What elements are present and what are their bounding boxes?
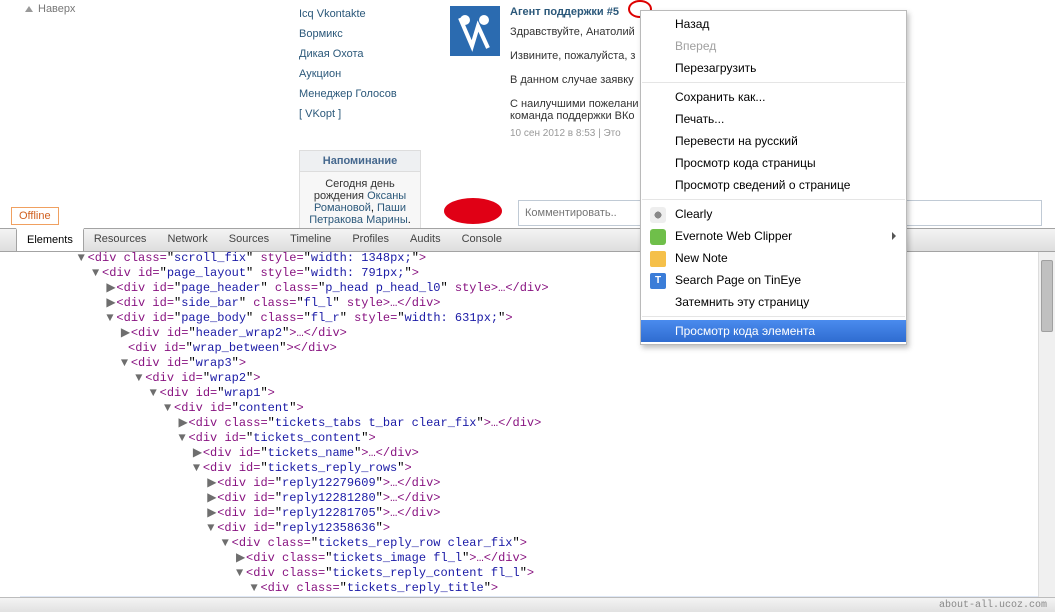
ctx-view-source[interactable]: Просмотр кода страницы: [641, 152, 906, 174]
tab-resources[interactable]: Resources: [84, 229, 158, 251]
sidebar-link[interactable]: [ VKopt ]: [299, 108, 439, 120]
clearly-icon: [650, 207, 666, 223]
ctx-reload[interactable]: Перезагрузить: [641, 57, 906, 79]
scroll-top-link[interactable]: Наверх: [25, 3, 75, 15]
ctx-translate[interactable]: Перевести на русский: [641, 130, 906, 152]
ctx-separator: [642, 82, 905, 83]
dom-node[interactable]: ▶<div class="tickets_image fl_l">…</div>: [20, 551, 1055, 566]
ctx-inspect-element[interactable]: Просмотр кода элемента: [641, 320, 906, 342]
dom-node[interactable]: ▼<div id="wrap1">: [20, 386, 1055, 401]
reminder-text: Сегодня: [325, 178, 370, 190]
sidebar-link[interactable]: Дикая Охота: [299, 48, 439, 60]
dom-node[interactable]: ▶<div id="reply12281705">…</div>: [20, 506, 1055, 521]
sidebar-link[interactable]: Вормикс: [299, 28, 439, 40]
scrollbar[interactable]: [1038, 252, 1055, 597]
dom-node[interactable]: ▼<div class="tickets_reply_title">: [20, 581, 1055, 596]
dom-node[interactable]: ▼<div id="tickets_reply_rows">: [20, 461, 1055, 476]
note-icon: [650, 251, 666, 267]
sidebar-link[interactable]: Аукцион: [299, 68, 439, 80]
dom-node[interactable]: ▶<div id="reply12281280">…</div>: [20, 491, 1055, 506]
ctx-new-note[interactable]: New Note: [641, 247, 906, 269]
ctx-save-as[interactable]: Сохранить как...: [641, 86, 906, 108]
tineye-icon: T: [650, 273, 666, 289]
tab-sources[interactable]: Sources: [219, 229, 280, 251]
tab-elements[interactable]: Elements: [16, 228, 84, 251]
dom-node[interactable]: ▼<div id="content">: [20, 401, 1055, 416]
watermark: about-all.ucoz.com: [0, 597, 1055, 612]
sidebar-links: Icq Vkontakte Вормикс Дикая Охота Аукцио…: [299, 8, 439, 128]
ctx-evernote[interactable]: Evernote Web Clipper: [641, 225, 906, 247]
reminder-link[interactable]: Марины: [366, 214, 408, 226]
offline-badge: Offline: [11, 207, 59, 225]
dom-node[interactable]: ▼<div id="wrap3">: [20, 356, 1055, 371]
sidebar-link[interactable]: Менеджер Голосов: [299, 88, 439, 100]
ctx-separator: [642, 316, 905, 317]
tab-audits[interactable]: Audits: [400, 229, 452, 251]
dom-node[interactable]: ▼<div id="wrap2">: [20, 371, 1055, 386]
dom-node[interactable]: ▼<div class="tickets_reply_content fl_l"…: [20, 566, 1055, 581]
dom-node[interactable]: ▼<div id="reply12358636">: [20, 521, 1055, 536]
scrollbar-thumb[interactable]: [1041, 260, 1053, 332]
tab-network[interactable]: Network: [157, 229, 218, 251]
annotation-oval: [444, 198, 502, 224]
dom-node[interactable]: ▶<div class="tickets_tabs t_bar clear_fi…: [20, 416, 1055, 431]
dom-node[interactable]: ▼<div id="tickets_content">: [20, 431, 1055, 446]
ctx-clearly[interactable]: Clearly: [641, 203, 906, 225]
reminder-box: Напоминание Сегодня день рождения Оксаны…: [299, 150, 421, 234]
chevron-right-icon: [892, 232, 896, 240]
tab-profiles[interactable]: Profiles: [342, 229, 400, 251]
ctx-page-info[interactable]: Просмотр сведений о странице: [641, 174, 906, 196]
dom-node[interactable]: ▼<div class="tickets_reply_row clear_fix…: [20, 536, 1055, 551]
reminder-title: Напоминание: [300, 151, 420, 172]
ctx-back[interactable]: Назад: [641, 13, 906, 35]
sidebar-link[interactable]: Icq Vkontakte: [299, 8, 439, 20]
tab-timeline[interactable]: Timeline: [280, 229, 342, 251]
tab-console[interactable]: Console: [452, 229, 513, 251]
context-menu: Назад Вперед Перезагрузить Сохранить как…: [640, 10, 907, 345]
avatar[interactable]: [450, 6, 500, 56]
ctx-print[interactable]: Печать...: [641, 108, 906, 130]
ctx-forward: Вперед: [641, 35, 906, 57]
dom-node[interactable]: ▶<div id="reply12279609">…</div>: [20, 476, 1055, 491]
dom-node[interactable]: ▶<div id="tickets_name">…</div>: [20, 446, 1055, 461]
ctx-separator: [642, 199, 905, 200]
ctx-tineye[interactable]: TSearch Page on TinEye: [641, 269, 906, 291]
ctx-darken[interactable]: Затемнить эту страницу: [641, 291, 906, 313]
evernote-icon: [650, 229, 666, 245]
